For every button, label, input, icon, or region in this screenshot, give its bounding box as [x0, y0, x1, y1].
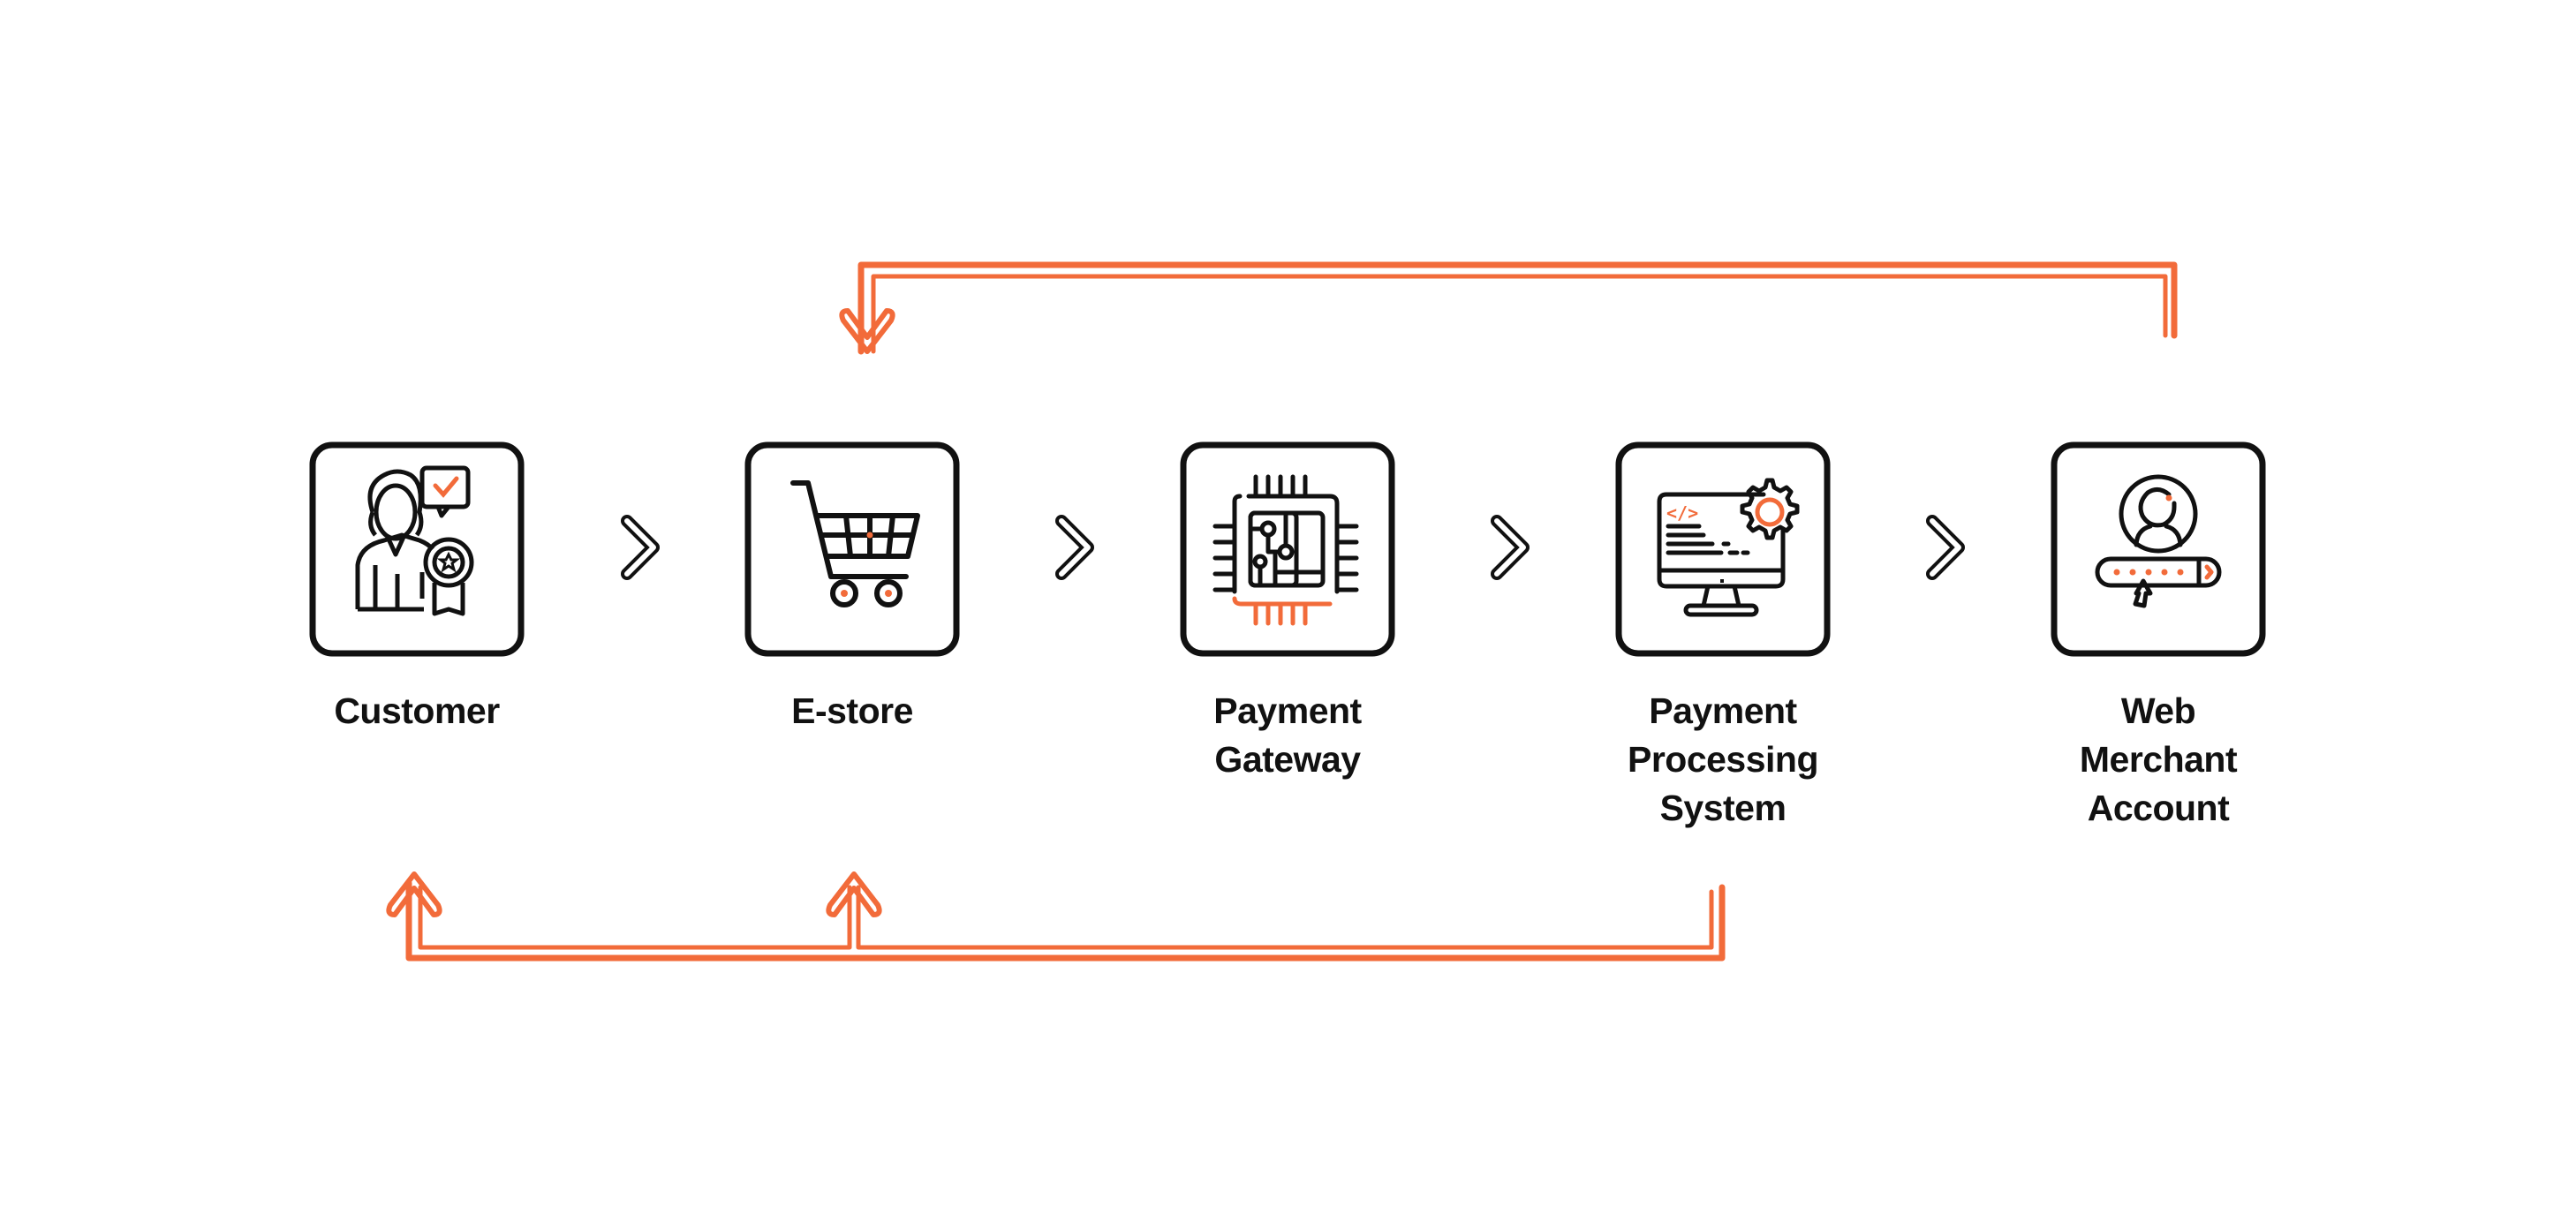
customer-badge-icon	[355, 465, 474, 616]
code-tag-icon: </>	[1666, 502, 1698, 524]
label-line: System	[1659, 788, 1787, 828]
return-line-bottom-inner	[418, 885, 1714, 950]
checkmark-icon	[433, 476, 459, 498]
user-login-password-icon	[2095, 474, 2222, 608]
payment-flow-diagram: Customer E-store Payment Gateway </> Pay…	[0, 0, 2576, 1222]
label-line: Account	[2087, 788, 2230, 828]
gear-center-icon	[1755, 497, 1785, 527]
chevron-right-icon	[1926, 515, 1965, 580]
wheel-dot	[841, 590, 848, 597]
password-dots	[2113, 569, 2184, 576]
node-label: E-store	[674, 687, 1031, 735]
label-line: Payment	[1213, 690, 1362, 731]
label-line: Processing	[1627, 739, 1819, 780]
node-label: Web Merchant Account	[1980, 687, 2337, 833]
node-box: </>	[1615, 441, 1831, 657]
chevron-right-icon	[621, 515, 660, 580]
chevron-right-icon	[1491, 515, 1530, 580]
label-line: Customer	[334, 690, 500, 731]
submit-arrow-icon	[2204, 564, 2214, 580]
node-box	[1180, 441, 1395, 657]
chip-pins-orange	[1232, 596, 1333, 626]
status-dot	[2165, 494, 2172, 502]
arrowhead-up-icon	[826, 871, 882, 917]
label-line: Merchant	[2079, 739, 2238, 780]
cart-dot	[866, 532, 873, 539]
node-box	[309, 441, 525, 657]
shopping-cart-icon	[790, 480, 920, 607]
wheel-dot	[885, 590, 892, 597]
star-icon	[436, 551, 461, 573]
label-line: Web	[2120, 690, 2196, 731]
label-line: Gateway	[1214, 739, 1361, 780]
label-line: Payment	[1649, 690, 1797, 731]
node-label: Payment Processing System	[1545, 687, 1901, 833]
node-box	[2051, 441, 2266, 657]
monitor-dot	[1720, 579, 1724, 583]
node-label: Customer	[238, 687, 595, 735]
node-label: Payment Gateway	[1109, 687, 1466, 784]
label-line: E-store	[791, 690, 913, 731]
arrowhead-up-icon	[386, 871, 442, 917]
chevron-right-icon	[1055, 515, 1094, 580]
chip-circuit-icon	[1212, 474, 1359, 594]
node-box	[744, 441, 960, 657]
